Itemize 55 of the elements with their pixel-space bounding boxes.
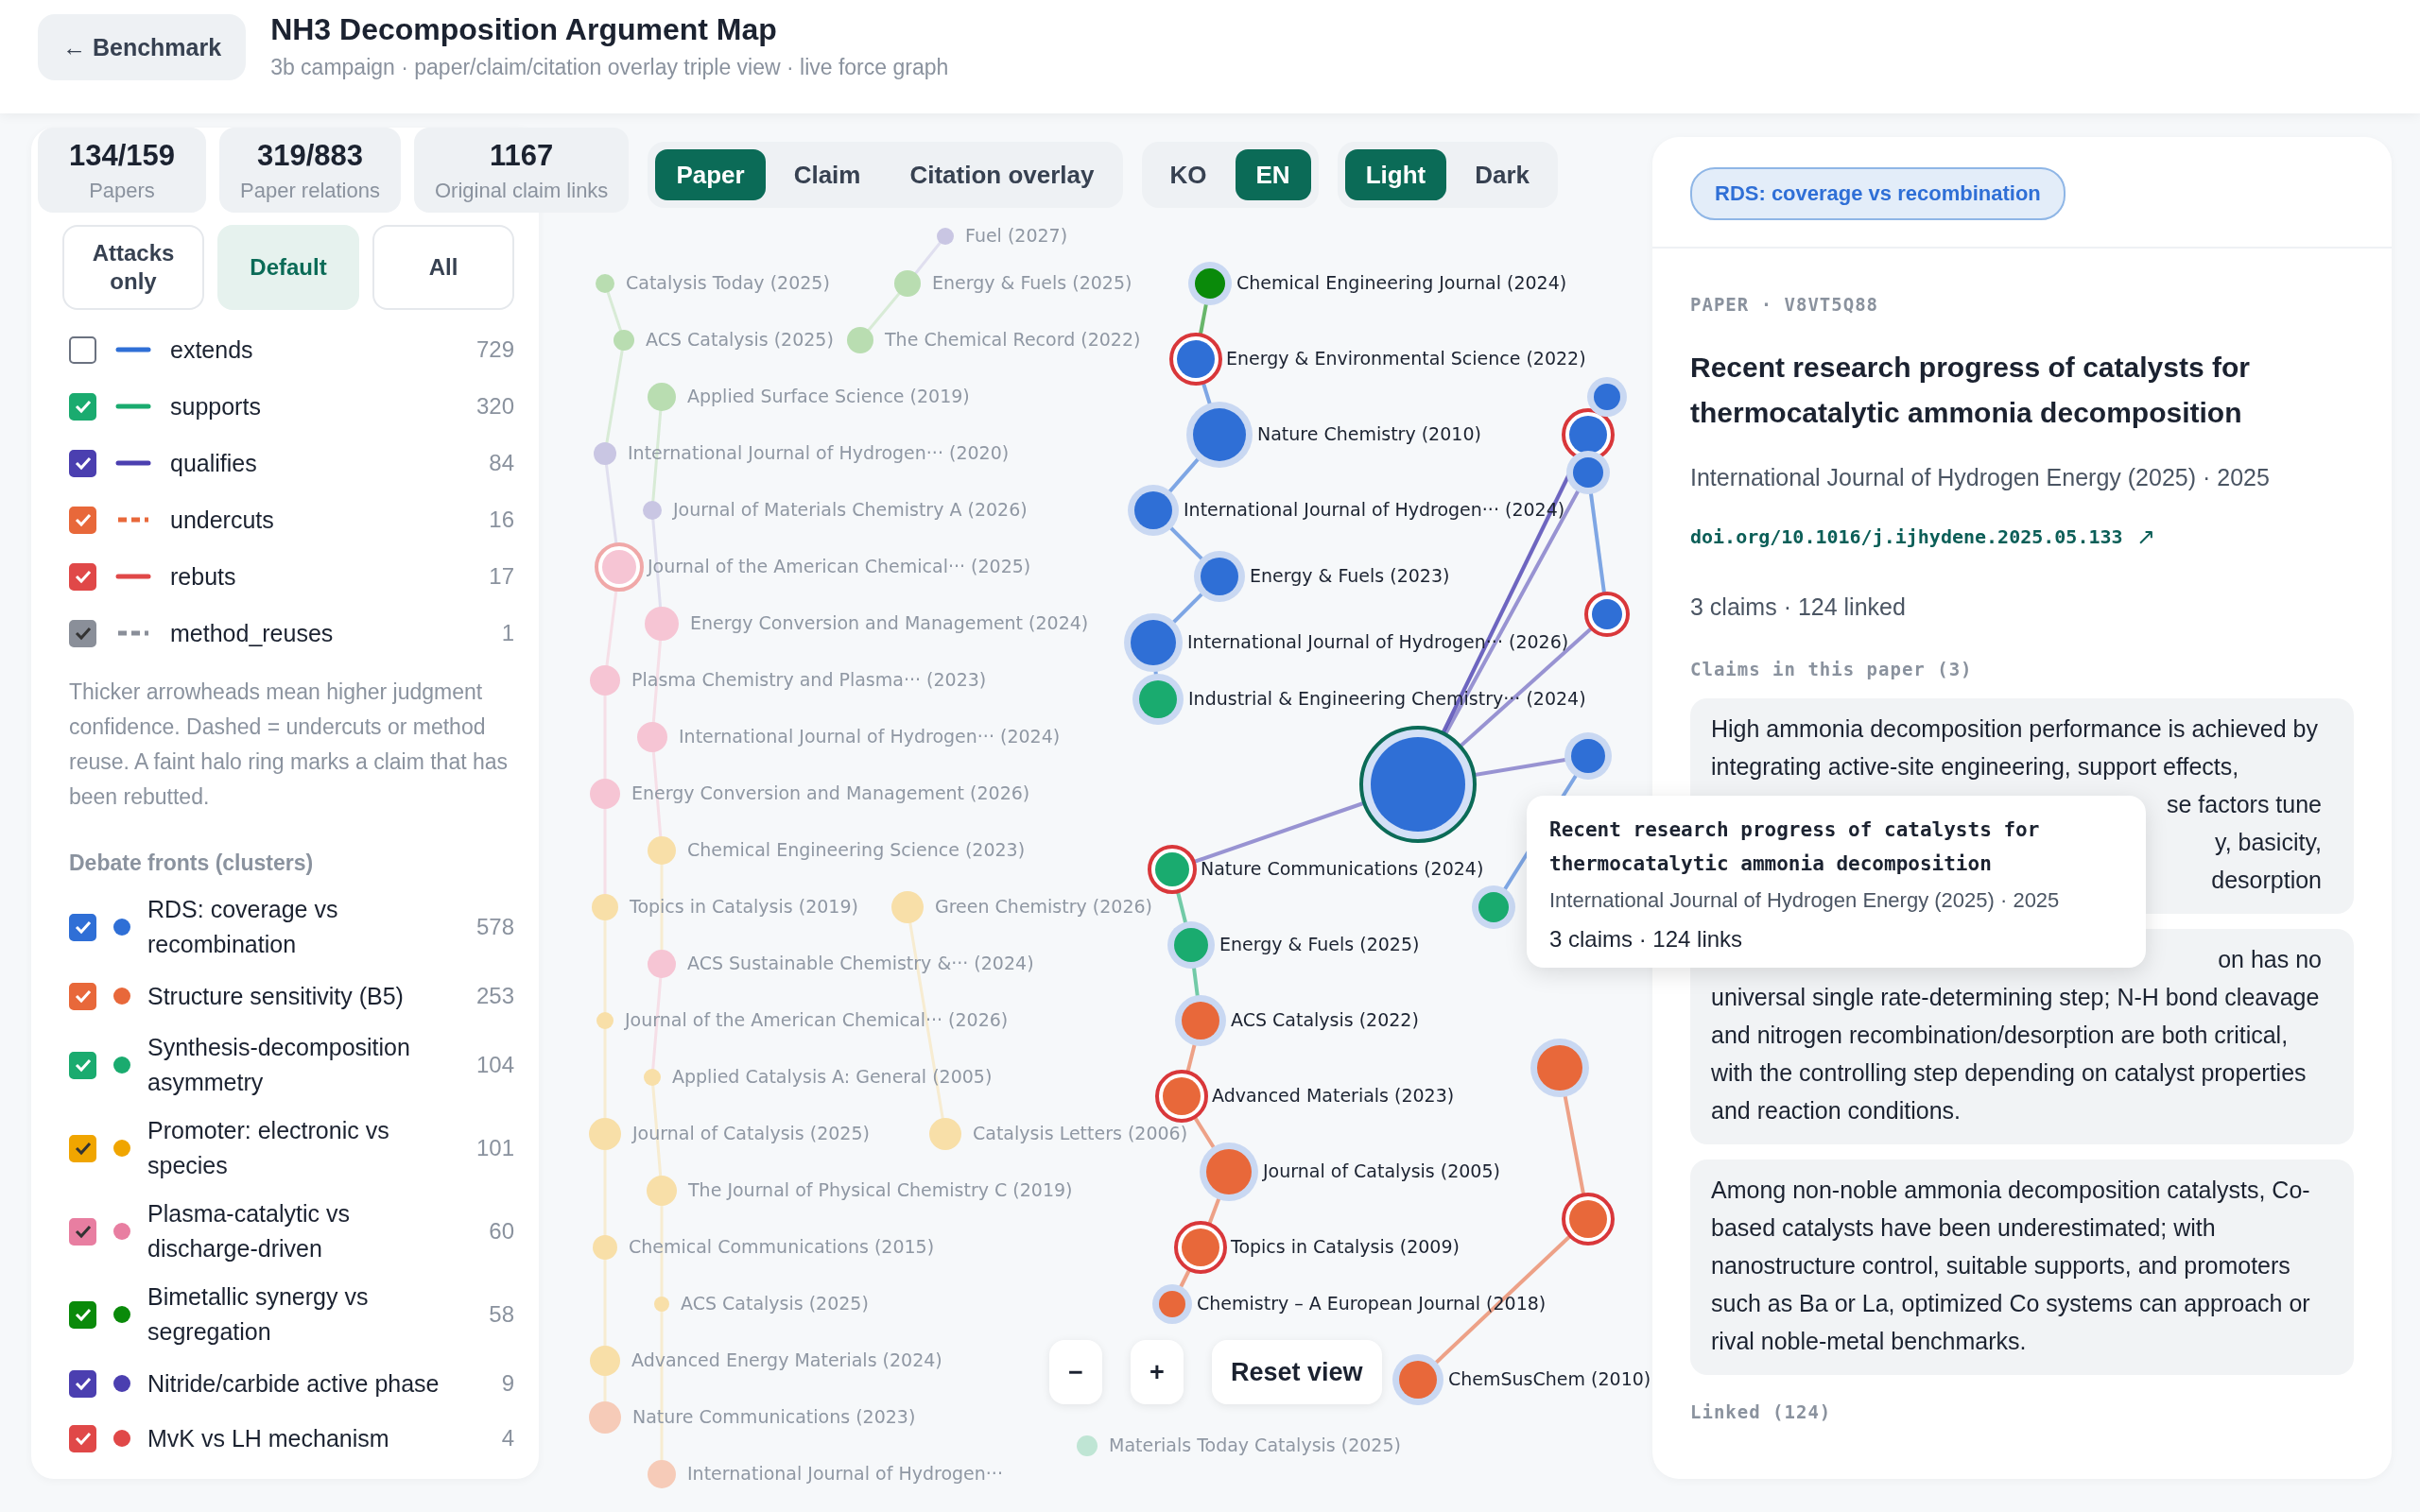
cluster-badge: RDS: coverage vs recombination <box>1690 167 2066 220</box>
claim-text: universal single rate-determining step; N-H bond cleavage and nitrogen recombination/desorption are both critical, with the controlling step depending on catalyst properties and reaction conditions. <box>1711 983 2321 1125</box>
page-subtitle: 3b campaign · paper/claim/citation overlay triple view · live force graph <box>270 55 949 80</box>
edge-type-label: rebuts <box>170 561 237 592</box>
page-title: NH3 Decomposition Argument Map <box>270 12 778 47</box>
claim-text: Among non-noble ammonia decomposition catalysts, Co-based catalysts have been underestimated; with nanostructure control, suitable supports, and promoters such as Ba or La, optimized Co systems can approach or rival noble-metal benchmarks. <box>1711 1176 2311 1356</box>
edge-count: 320 <box>475 393 514 420</box>
stat-label: Paper relations <box>240 179 380 203</box>
claim-text: y, basicity, <box>2215 828 2322 857</box>
cluster-label: RDS: coverage vs recombination <box>147 895 339 959</box>
paper-title: Recent research progress of catalysts for thermocatalytic ammonia decomposition <box>1690 351 2251 430</box>
cluster-label: Promoter: electronic vs species <box>147 1116 390 1180</box>
cluster-count: 578 <box>475 914 514 940</box>
cluster-count: 60 <box>489 1218 514 1245</box>
edge-count: 84 <box>489 450 514 476</box>
section-title: Linked (124) <box>1690 1401 1833 1422</box>
stat-value: 134/159 <box>68 139 176 173</box>
paper-meta: 3 claims · 124 linked <box>1690 593 1907 621</box>
cluster-count: 104 <box>475 1052 514 1078</box>
cluster-label: Nitride/carbide active phase <box>147 1368 441 1399</box>
claim-text: on has no <box>2218 945 2322 974</box>
section-title: Claims in this paper (3) <box>1690 659 1974 679</box>
edge-type-label: qualifies <box>170 448 258 478</box>
section-title: Debate fronts (clusters) <box>69 850 315 876</box>
legend-note: Thicker arrowheads mean higher judgment confidence. Dashed = undercuts or method reuse. A faint halo ring marks a claim that has been rebutted. <box>69 679 510 811</box>
cluster-label: Structure sensitivity (B5) <box>147 981 405 1011</box>
edge-type-label: undercuts <box>170 505 275 535</box>
paper-venue: International Journal of Hydrogen Energy (2025) · 2025 <box>1690 464 2271 491</box>
cluster-count: 58 <box>489 1301 514 1328</box>
stat-value: 319/883 <box>256 139 363 173</box>
cluster-label: MvK vs LH mechanism <box>147 1423 390 1453</box>
claim-text: se factors tune <box>2167 790 2322 819</box>
cluster-count: 9 <box>501 1370 514 1397</box>
edge-count: 17 <box>489 563 514 590</box>
cluster-count: 101 <box>475 1135 514 1161</box>
stat-label: Papers <box>89 179 155 203</box>
edge-count: 16 <box>489 507 514 533</box>
edge-type-label: supports <box>170 391 262 421</box>
tooltip-venue: International Journal of Hydrogen Energy (2025) · 2025 <box>1549 887 2061 914</box>
external-link-icon: ↗ <box>2135 524 2155 550</box>
edge-type-label: extends <box>170 335 254 365</box>
tooltip-meta: 3 claims · 124 links <box>1549 926 1744 953</box>
tooltip-title: Recent research progress of catalysts for thermocatalytic ammonia decomposition <box>1549 817 2041 877</box>
edge-count: 1 <box>501 620 514 646</box>
cluster-count: 253 <box>475 983 514 1009</box>
stat-value: 1167 <box>490 139 554 173</box>
edge-count: 729 <box>475 336 514 363</box>
claim-text: desorption <box>2211 866 2322 895</box>
cluster-count: 4 <box>501 1425 514 1452</box>
edge-type-label: method_reuses <box>170 618 335 648</box>
cluster-label: Bimetallic synergy vs segregation <box>147 1282 370 1347</box>
cluster-label: Synthesis-decomposition asymmetry <box>147 1033 411 1097</box>
cluster-label: Plasma-catalytic vs discharge-driven <box>147 1199 351 1263</box>
stat-label: Original claim links <box>435 179 609 203</box>
paper-eyebrow: PAPER · V8VT5Q88 <box>1690 294 1880 315</box>
